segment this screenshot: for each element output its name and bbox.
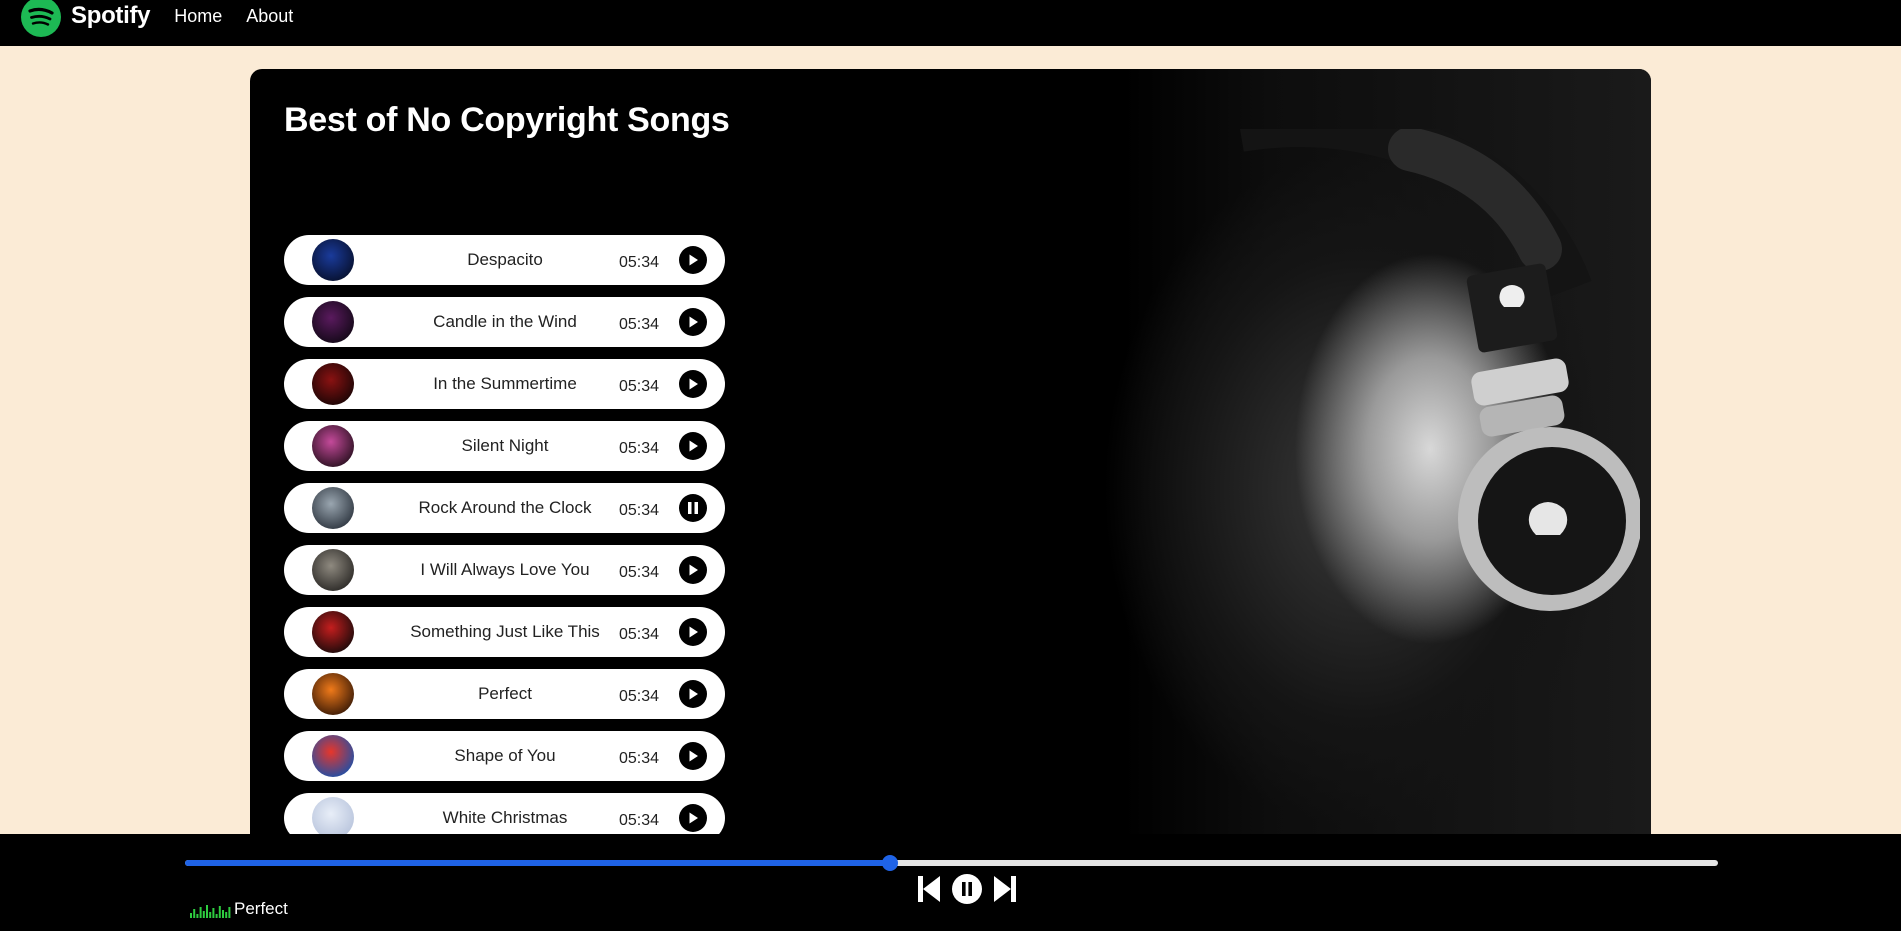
song-cover-image: [312, 735, 354, 777]
now-playing-title: Perfect: [234, 899, 288, 918]
playlist-card: Best of No Copyright Songs Despacito 05:…: [250, 69, 1651, 835]
nav-link-about[interactable]: About: [246, 6, 293, 27]
play-icon[interactable]: [679, 308, 707, 336]
headphones-illustration-icon: [1240, 129, 1640, 611]
play-icon[interactable]: [679, 618, 707, 646]
nav-link-home[interactable]: Home: [174, 6, 222, 27]
play-icon[interactable]: [679, 370, 707, 398]
song-cover-image: [312, 487, 354, 529]
song-cover-image: [312, 363, 354, 405]
song-duration: 05:34: [619, 626, 660, 643]
skip-next-icon[interactable]: [988, 872, 1022, 906]
song-duration: 05:34: [619, 564, 660, 581]
spotify-logo-icon: [21, 0, 61, 37]
song-item[interactable]: In the Summertime 05:34: [284, 359, 725, 409]
song-title: Despacito: [467, 250, 543, 269]
song-title: Perfect: [478, 684, 532, 703]
song-cover-image: [312, 797, 354, 835]
play-icon[interactable]: [679, 680, 707, 708]
song-cover-image: [312, 239, 354, 281]
song-duration: 05:34: [619, 254, 660, 271]
song-item[interactable]: White Christmas 05:34: [284, 793, 725, 835]
skip-previous-icon[interactable]: [912, 872, 946, 906]
play-icon[interactable]: [679, 246, 707, 274]
song-title: Candle in the Wind: [433, 312, 577, 331]
song-title: Shape of You: [454, 746, 556, 765]
equalizer-icon: [190, 905, 231, 918]
progress-bar[interactable]: [185, 855, 1718, 871]
song-duration: 05:34: [619, 502, 660, 519]
song-item[interactable]: Candle in the Wind 05:34: [284, 297, 725, 347]
song-title: White Christmas: [442, 808, 568, 827]
song-item[interactable]: I Will Always Love You 05:34: [284, 545, 725, 595]
song-title: I Will Always Love You: [420, 560, 590, 579]
song-item[interactable]: Silent Night 05:34: [284, 421, 725, 471]
play-icon[interactable]: [679, 742, 707, 770]
song-item[interactable]: Rock Around the Clock 05:34: [284, 483, 725, 533]
player-bar: Perfect: [0, 834, 1901, 931]
song-cover-image: [312, 673, 354, 715]
progress-handle[interactable]: [882, 855, 899, 871]
progress-fill: [185, 860, 891, 866]
song-title: Something Just Like This: [410, 622, 600, 641]
song-item[interactable]: Perfect 05:34: [284, 669, 725, 719]
pause-icon[interactable]: [679, 494, 707, 522]
song-title: Rock Around the Clock: [418, 498, 592, 517]
song-cover-image: [312, 301, 354, 343]
song-duration: 05:34: [619, 812, 660, 829]
song-title: In the Summertime: [433, 374, 577, 393]
song-duration: 05:34: [619, 316, 660, 333]
song-duration: 05:34: [619, 688, 660, 705]
now-playing: Perfect: [190, 900, 288, 918]
play-icon[interactable]: [679, 432, 707, 460]
song-title: Silent Night: [461, 436, 549, 455]
playlist-title: Best of No Copyright Songs: [284, 101, 730, 139]
song-duration: 05:34: [619, 440, 660, 457]
song-cover-image: [312, 611, 354, 653]
play-icon[interactable]: [679, 556, 707, 584]
brand-name: Spotify: [71, 2, 151, 29]
song-item[interactable]: Despacito 05:34: [284, 235, 725, 285]
brand[interactable]: Spotify: [21, 0, 151, 37]
song-cover-image: [312, 425, 354, 467]
top-navbar: Spotify Home About: [0, 0, 1901, 46]
song-item[interactable]: Shape of You 05:34: [284, 731, 725, 781]
playback-controls: [912, 872, 1022, 906]
song-item[interactable]: Something Just Like This 05:34: [284, 607, 725, 657]
pause-icon[interactable]: [950, 872, 984, 906]
song-cover-image: [312, 549, 354, 591]
song-list: Despacito 05:34 Candle in the Wind 05:34…: [284, 235, 725, 835]
song-duration: 05:34: [619, 378, 660, 395]
play-icon[interactable]: [679, 804, 707, 832]
song-duration: 05:34: [619, 750, 660, 767]
